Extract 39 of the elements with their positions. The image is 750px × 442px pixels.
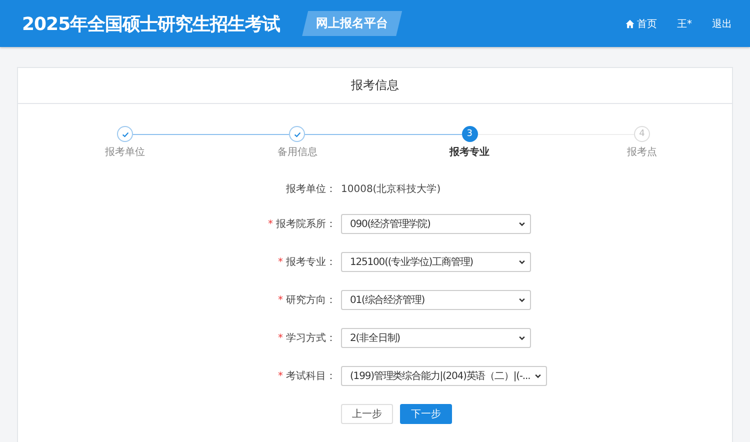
field-label: 学习方式： (286, 332, 336, 345)
chevron-down-icon (518, 296, 526, 304)
chevron-down-icon (534, 372, 542, 380)
select-field[interactable]: 01(综合经济管理) (341, 290, 531, 310)
step-label: 报考点 (626, 146, 657, 159)
chevron-down-icon (518, 220, 526, 228)
required-mark: * (268, 218, 273, 230)
nav-link[interactable]: 王* (677, 16, 692, 30)
select-field[interactable]: 090(经济管理学院) (341, 214, 531, 234)
field-value: 10008(北京科技大学) (341, 182, 441, 196)
select-field[interactable]: 125100((专业学位)工商管理) (341, 252, 531, 272)
home-icon (625, 18, 635, 28)
step-label: 备用信息 (277, 146, 318, 159)
field-label: 考试科目： (286, 370, 336, 383)
site-title: 2025年全国硕士研究生招生考试 (22, 12, 280, 36)
check-icon (292, 130, 302, 138)
nav-link[interactable]: 退出 (712, 16, 732, 30)
field-label: 报考院系所： (276, 218, 336, 231)
required-mark: * (278, 256, 283, 268)
back-button[interactable]: 上一步 (341, 404, 393, 424)
next-button[interactable]: 下一步 (400, 404, 452, 424)
step-circle: 4 (634, 126, 650, 142)
chevron-down-icon (518, 334, 526, 342)
required-mark: * (278, 294, 283, 306)
field-label: 报考单位： (286, 182, 336, 196)
field-label: 报考专业： (286, 256, 336, 269)
field-label: 研究方向： (286, 294, 336, 307)
select-field[interactable]: (199)管理类综合能力|(204)英语（二）|(-... (341, 366, 548, 386)
step-circle: 3 (462, 126, 478, 142)
required-mark: * (278, 332, 283, 344)
check-icon (120, 130, 130, 138)
step-label: 报考专业 (450, 146, 490, 159)
nav-link[interactable]: 首页 (625, 16, 657, 30)
chevron-down-icon (518, 258, 526, 266)
step-label: 报考单位 (105, 146, 145, 159)
card-title: 报考信息 (351, 77, 399, 94)
select-field[interactable]: 2(非全日制) (341, 328, 531, 348)
required-mark: * (278, 370, 283, 382)
platform-badge: 网上报名平台 (302, 11, 402, 36)
